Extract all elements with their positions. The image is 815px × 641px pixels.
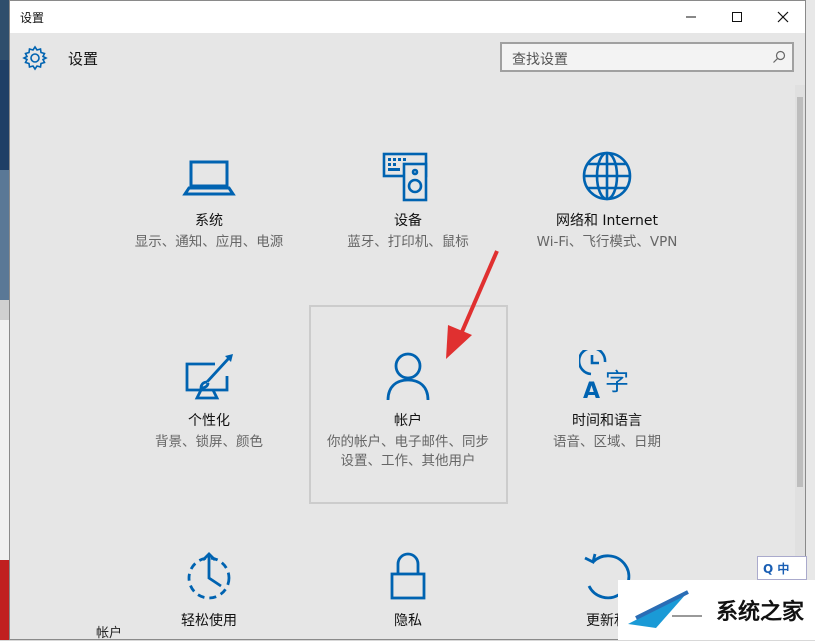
taskbar-item: 帐户 xyxy=(96,626,123,641)
desktop-background-left xyxy=(0,0,9,640)
watermark-logo-icon xyxy=(628,590,702,628)
desktop-background-right xyxy=(805,0,815,640)
annotation-arrow xyxy=(446,250,499,359)
ime-indicator[interactable]: Q 中 xyxy=(757,556,807,580)
settings-window: 设置 设置 查找设置 系统 显示、通知、应用、电源 设备 蓝牙、打印机、鼠标 网… xyxy=(9,0,806,640)
site-watermark: 系统之家 xyxy=(618,580,815,640)
ime-label: 中 xyxy=(777,562,790,576)
watermark-text: 系统之家 xyxy=(716,600,805,625)
background-taskbar-strip: 帐户 xyxy=(0,622,618,641)
